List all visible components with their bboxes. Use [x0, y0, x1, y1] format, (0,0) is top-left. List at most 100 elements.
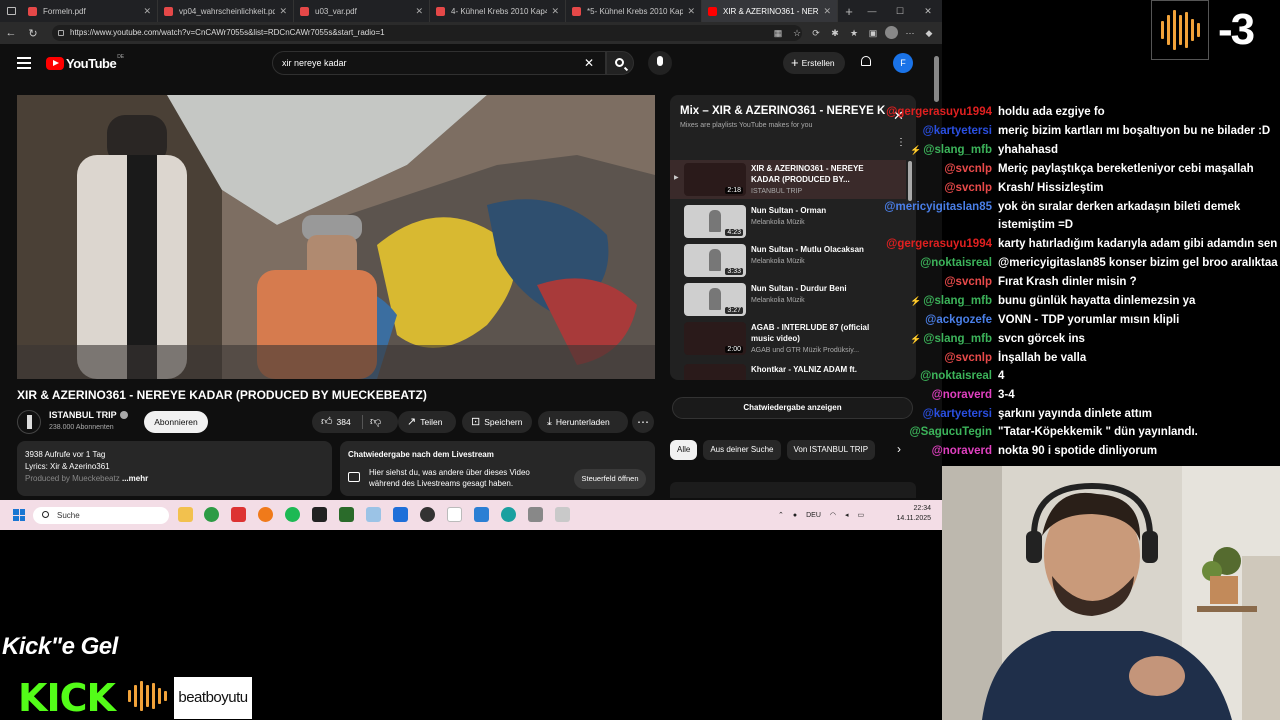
menu-icon[interactable]: [17, 57, 31, 72]
tab-youtube[interactable]: XIR & AZERINO361 - NEREYE KADAR ✕: [702, 0, 838, 22]
chrome-icon[interactable]: [204, 507, 219, 522]
save-button[interactable]: ⊡ Speichern: [462, 411, 532, 433]
minimize-icon[interactable]: —: [858, 0, 886, 22]
subscribe-button[interactable]: Abonnieren: [144, 411, 208, 433]
reload-icon[interactable]: ↻: [22, 27, 44, 40]
recommendation-card[interactable]: [670, 482, 916, 498]
close-icon[interactable]: ✕: [687, 6, 695, 17]
app-icon[interactable]: [339, 507, 354, 522]
show-chat-replay-button[interactable]: Chatwiedergabe anzeigen: [672, 397, 913, 419]
close-icon[interactable]: ✕: [823, 6, 831, 17]
chat-username[interactable]: @slang_mfb: [923, 141, 992, 159]
apps-icon[interactable]: ▦: [771, 25, 785, 41]
chat-username[interactable]: @slang_mfb: [923, 330, 992, 348]
snipping-tool-icon[interactable]: [555, 507, 570, 522]
thumbs-down-icon[interactable]: 👎︎: [370, 411, 381, 433]
profile-icon[interactable]: [885, 26, 898, 39]
description-box[interactable]: 3938 Aufrufe vor 1 Tag Lyrics: Xir & Aze…: [17, 441, 332, 496]
youtube-logo[interactable]: YouTube DE: [46, 54, 124, 71]
wifi-icon[interactable]: ◠: [830, 511, 836, 519]
tab-formeln[interactable]: Formeln.pdf ✕: [22, 0, 158, 22]
new-tab-button[interactable]: +: [838, 4, 860, 19]
like-button[interactable]: 👍︎ 384 👎︎: [312, 411, 398, 433]
chat-username[interactable]: @slang_mfb: [923, 292, 992, 310]
open-panel-button[interactable]: Steuerfeld öffnen: [574, 469, 646, 489]
tab-kuehnel-5[interactable]: *5- Kühnel Krebs 2010 Kap5.pdf✕: [566, 0, 702, 22]
close-icon[interactable]: ✕: [143, 6, 151, 17]
show-more-link[interactable]: ...mehr: [122, 474, 148, 483]
file-explorer-icon[interactable]: [178, 507, 193, 522]
app-icon[interactable]: [366, 507, 381, 522]
chat-username[interactable]: @svcnlp: [944, 273, 992, 291]
language-indicator[interactable]: DEU: [806, 512, 821, 519]
playlist-item[interactable]: Khontkar - YALNIZ ADAM ft.: [670, 361, 906, 380]
obs-icon[interactable]: [420, 507, 435, 522]
chat-username[interactable]: @noktaisreal: [920, 254, 992, 272]
playlist-item[interactable]: ▶ 2:18 XIR & AZERINO361 - NEREYE KADAR (…: [670, 160, 906, 199]
star-icon[interactable]: ☆: [790, 25, 804, 41]
chip-from-channel[interactable]: Von ISTANBUL TRIP: [786, 440, 876, 460]
menu-dots-icon[interactable]: ⋯: [903, 25, 917, 41]
chevron-up-icon[interactable]: ⌃: [778, 511, 784, 519]
close-window-icon[interactable]: ✕: [914, 0, 942, 22]
favorites-icon[interactable]: ★: [847, 25, 861, 41]
notepad-icon[interactable]: [447, 507, 462, 522]
tab-vp04[interactable]: vp04_wahrscheinlichkeit.pdf ✕: [158, 0, 294, 22]
chat-username[interactable]: @svcnlp: [944, 160, 992, 178]
extensions-icon[interactable]: ✱: [828, 25, 842, 41]
clear-search-icon[interactable]: ✕: [584, 56, 594, 70]
shield-icon[interactable]: [393, 507, 408, 522]
search-input[interactable]: xir nereye kadar: [272, 51, 606, 75]
chat-username[interactable]: @kartyetersi: [923, 122, 992, 140]
channel-avatar[interactable]: [17, 410, 41, 434]
chat-username[interactable]: @SagucuTegin: [909, 423, 992, 441]
create-button[interactable]: + Erstellen: [783, 52, 845, 74]
channel-name[interactable]: ISTANBUL TRIP: [49, 410, 128, 420]
maximize-icon[interactable]: ☐: [886, 0, 914, 22]
video-player[interactable]: [17, 95, 655, 379]
playlist-item[interactable]: 3:27 Nun Sultan - Durdur Beni Melankolia…: [670, 280, 906, 319]
chat-username[interactable]: @gergerasuyu1994: [886, 235, 992, 253]
chat-username[interactable]: @gergerasuyu1994: [886, 103, 992, 121]
download-button[interactable]: ⤓ Herunterladen: [538, 411, 628, 433]
window-menu-icon[interactable]: [0, 0, 22, 22]
account-avatar[interactable]: F: [893, 53, 913, 73]
firefox-icon[interactable]: [258, 507, 273, 522]
chip-all[interactable]: Alle: [670, 440, 698, 460]
playlist-item[interactable]: 4:23 Nun Sultan - Orman Melankolia Müzik: [670, 202, 906, 241]
taskbar-clock[interactable]: 22:34 14.11.2025: [893, 504, 931, 524]
playlist-item[interactable]: 3:33 Nun Sultan - Mutlu Olacaksan Melank…: [670, 241, 906, 280]
mic-tray-icon[interactable]: ●: [793, 512, 797, 519]
search-button[interactable]: [606, 51, 634, 75]
share-button[interactable]: ↗ Teilen: [398, 411, 456, 433]
close-icon[interactable]: ✕: [415, 6, 423, 17]
chat-username[interactable]: @noraverd: [932, 442, 992, 460]
app-icon[interactable]: [528, 507, 543, 522]
chat-username[interactable]: @ackgozefe: [925, 311, 992, 329]
capcut-icon[interactable]: [312, 507, 327, 522]
vscode-icon[interactable]: [474, 507, 489, 522]
chat-username[interactable]: @noktaisreal: [920, 367, 992, 385]
spotify-icon[interactable]: [285, 507, 300, 522]
url-field[interactable]: https://www.youtube.com/watch?v=CnCAWr70…: [52, 25, 802, 41]
volume-icon[interactable]: ◂: [845, 511, 849, 519]
close-icon[interactable]: ✕: [551, 6, 559, 17]
playlist-item[interactable]: 2:00 AGAB - INTERLUDE 87 (official music…: [670, 319, 906, 358]
taskbar-search[interactable]: Suche: [33, 507, 169, 524]
chat-username[interactable]: @svcnlp: [944, 349, 992, 367]
chip-from-search[interactable]: Aus deiner Suche: [703, 440, 781, 460]
notifications-button[interactable]: [860, 56, 872, 69]
tab-kuehnel-4[interactable]: 4- Kühnel Krebs 2010 Kap4.pdf✕: [430, 0, 566, 22]
battery-icon[interactable]: ▭: [858, 511, 865, 519]
back-icon[interactable]: ←: [0, 27, 22, 39]
chat-username[interactable]: @noraverd: [932, 386, 992, 404]
refresh-extension-icon[interactable]: ⟳: [809, 25, 823, 41]
chat-username[interactable]: @mericyigitaslan85: [884, 198, 992, 216]
chat-username[interactable]: @svcnlp: [944, 179, 992, 197]
tab-u03[interactable]: u03_var.pdf ✕: [294, 0, 430, 22]
voice-search-button[interactable]: [648, 51, 672, 75]
chat-username[interactable]: @kartyetersi: [923, 405, 992, 423]
more-actions-button[interactable]: ⋯: [632, 411, 654, 433]
app-icon[interactable]: [231, 507, 246, 522]
windows-start-icon[interactable]: [13, 509, 25, 521]
